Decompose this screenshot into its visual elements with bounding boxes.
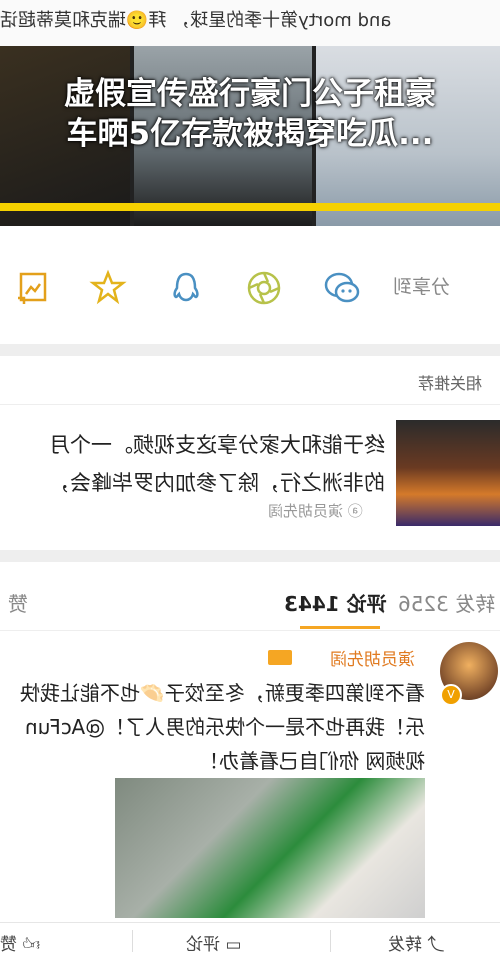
- user-level-badge: [268, 650, 292, 665]
- headline-accent-bar: [0, 203, 500, 211]
- comment-body: 看不到第四季更新，冬至饺子🥟也不能让我快 乐！我再也不是一个快乐的男人了！@Ac…: [20, 681, 425, 773]
- related-recommend-header: 相关推荐: [418, 374, 483, 393]
- post-text-snippet: and morty第十季的星球， 拜🙂瑞克和莫蒂超话: [0, 10, 392, 31]
- like-button[interactable]: 👍︎ 赞: [0, 930, 40, 954]
- headline-line-2: 车晒5亿存款被揭穿吃瓜...: [66, 116, 434, 152]
- weibo-post-screen: and morty第十季的星球， 拜🙂瑞克和莫蒂超话 虚假宣传盛行豪门公子租豪 …: [0, 0, 500, 954]
- section-divider: [0, 344, 500, 356]
- tab-like[interactable]: 赞: [8, 588, 28, 617]
- related-video-description: 终于能和大家分享这支视频。一个月 的非洲之行，除了参加内罗毕峰会，: [49, 433, 385, 495]
- tab-comment[interactable]: 评论 1443: [284, 588, 387, 617]
- favorite-icon[interactable]: [88, 268, 128, 308]
- wechat-icon[interactable]: [322, 268, 362, 308]
- headline-line-1: 虚假宣传盛行豪门公子租豪: [64, 76, 436, 112]
- thumbs-up-icon: 👍︎: [17, 935, 41, 954]
- related-video-author[interactable]: ⓐ 演员胡先阔: [268, 500, 363, 521]
- divider: [132, 930, 133, 952]
- comment-icon: ▭: [220, 935, 242, 954]
- repost-button[interactable]: ⤴ 转发: [388, 930, 444, 954]
- divider: [330, 930, 331, 952]
- share-to-label: 分享到: [393, 276, 451, 298]
- section-divider: [0, 550, 500, 562]
- verified-badge-icon: V: [440, 684, 462, 706]
- related-video-thumbnail[interactable]: [396, 420, 500, 526]
- repost-icon: ⤴: [422, 935, 445, 954]
- tab-repost[interactable]: 转发 3256: [398, 588, 495, 617]
- save-image-icon[interactable]: [12, 268, 52, 308]
- moments-icon[interactable]: [244, 268, 284, 308]
- comment-image[interactable]: [115, 778, 425, 918]
- qq-icon[interactable]: [166, 268, 206, 308]
- comment-author-name[interactable]: 演员胡先阔: [330, 645, 415, 670]
- comment-button[interactable]: ▭ 评论: [186, 930, 241, 954]
- active-tab-indicator: [300, 626, 380, 629]
- previous-post-text-strip: and morty第十季的星球， 拜🙂瑞克和莫蒂超话: [0, 0, 500, 47]
- news-headline-overlay: 虚假宣传盛行豪门公子租豪 车晒5亿存款被揭穿吃瓜...: [0, 74, 500, 154]
